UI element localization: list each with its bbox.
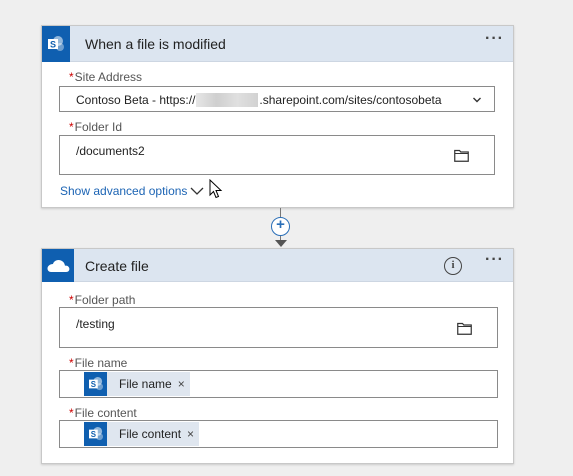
folder-path-value: /testing: [76, 317, 115, 331]
action-card: Create file i ··· *Folder path /testing …: [41, 248, 514, 464]
folder-id-field[interactable]: /documents2: [59, 135, 495, 175]
token-label: File name: [119, 377, 172, 391]
folder-id-value: /documents2: [76, 144, 145, 158]
more-options-icon[interactable]: ···: [485, 251, 504, 269]
arrow-down-icon: [275, 240, 287, 247]
folder-icon[interactable]: [457, 322, 472, 335]
svg-text:S: S: [50, 40, 56, 50]
trigger-card-header[interactable]: S When a file is modified ···: [42, 26, 513, 62]
token-label: File content: [119, 427, 182, 441]
chevron-down-icon[interactable]: [190, 185, 204, 197]
add-step-button[interactable]: +: [271, 217, 290, 236]
sharepoint-icon: S: [84, 372, 107, 396]
file-name-token[interactable]: S File name ×: [84, 372, 190, 396]
onedrive-icon: [42, 249, 74, 282]
svg-text:S: S: [90, 430, 95, 439]
redacted-blur: [196, 92, 259, 107]
folder-id-label: *Folder Id: [69, 120, 123, 134]
site-address-label: *Site Address: [69, 70, 143, 84]
action-card-header[interactable]: Create file i ···: [42, 249, 513, 282]
remove-token-icon[interactable]: ×: [187, 427, 199, 441]
remove-token-icon[interactable]: ×: [178, 377, 190, 391]
trigger-title: When a file is modified: [85, 36, 226, 52]
folder-icon[interactable]: [454, 149, 469, 162]
mouse-cursor-icon: [209, 179, 223, 199]
folder-path-label: *Folder path: [69, 293, 136, 307]
file-name-label: *File name: [69, 356, 128, 370]
chevron-down-icon[interactable]: [472, 95, 482, 105]
file-content-token[interactable]: S File content ×: [84, 422, 200, 446]
sharepoint-icon: S: [42, 26, 70, 62]
site-address-dropdown[interactable]: Contoso Beta - https://.sharepoint.com/s…: [59, 86, 495, 112]
info-icon[interactable]: i: [444, 257, 462, 275]
more-options-icon[interactable]: ···: [485, 30, 504, 48]
sharepoint-icon: S: [84, 422, 107, 446]
action-title: Create file: [85, 258, 149, 274]
folder-path-field[interactable]: /testing: [59, 307, 498, 348]
trigger-card: S When a file is modified ··· *Site Addr…: [41, 25, 514, 208]
file-content-label: *File content: [69, 406, 137, 420]
show-advanced-options-link[interactable]: Show advanced options: [60, 184, 187, 198]
file-content-field[interactable]: S File content ×: [59, 420, 498, 448]
file-name-field[interactable]: S File name ×: [59, 370, 498, 398]
svg-text:S: S: [90, 380, 95, 389]
site-address-value: Contoso Beta - https://.sharepoint.com/s…: [76, 92, 442, 107]
